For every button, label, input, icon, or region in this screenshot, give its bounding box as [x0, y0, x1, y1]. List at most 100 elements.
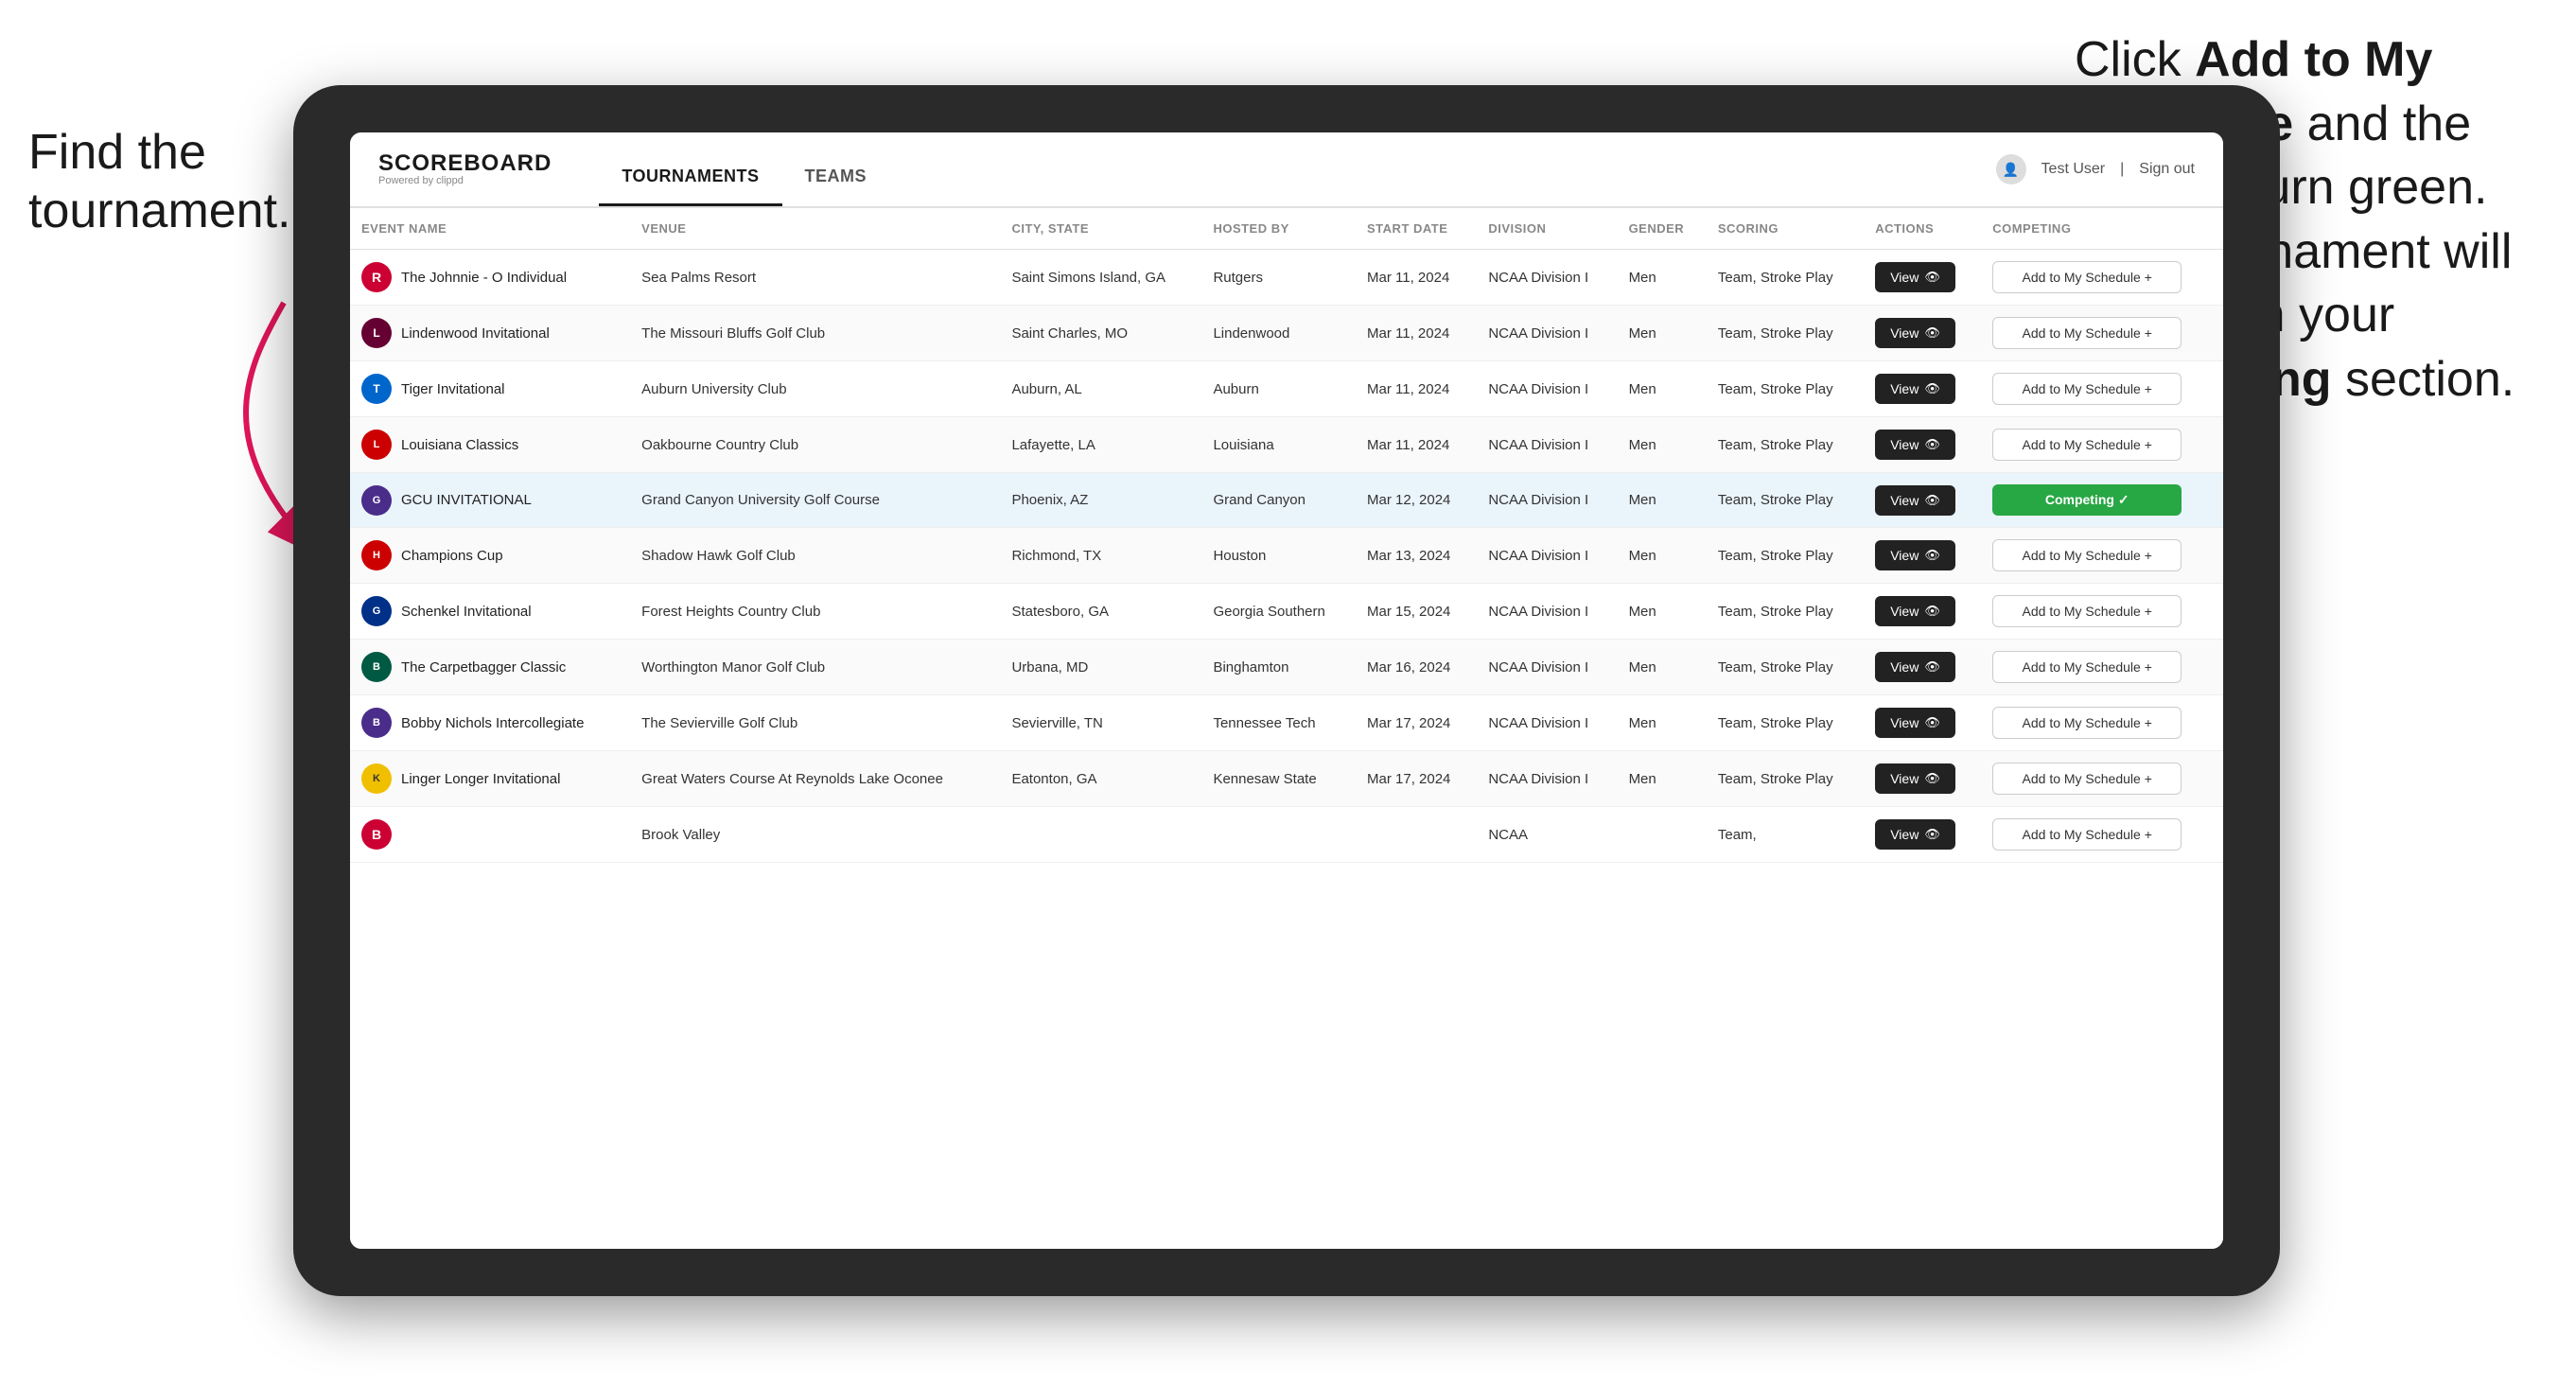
event-name-text: Tiger Invitational	[401, 381, 505, 397]
eye-icon: 👁	[1924, 715, 1940, 730]
start-date-cell: Mar 11, 2024	[1356, 250, 1477, 306]
col-event-name: EVENT NAME	[350, 208, 630, 250]
view-button[interactable]: View 👁	[1875, 485, 1955, 516]
venue-cell: Grand Canyon University Golf Course	[630, 473, 1000, 528]
team-logo: R	[361, 262, 392, 292]
eye-icon: 👁	[1924, 325, 1940, 341]
division-cell: NCAA Division I	[1477, 417, 1617, 473]
venue-cell: Worthington Manor Golf Club	[630, 640, 1000, 695]
table-row: G Schenkel Invitational Forest Heights C…	[350, 584, 2223, 640]
view-button[interactable]: View 👁	[1875, 763, 1955, 794]
event-name-text: Linger Longer Invitational	[401, 771, 560, 787]
scoring-cell: Team, Stroke Play	[1707, 640, 1864, 695]
eye-icon: 👁	[1924, 270, 1940, 285]
add-to-schedule-button[interactable]: Add to My Schedule +	[1992, 595, 2182, 627]
add-to-schedule-button[interactable]: Add to My Schedule +	[1992, 429, 2182, 461]
actions-cell: View 👁	[1864, 751, 1981, 807]
start-date-cell: Mar 15, 2024	[1356, 584, 1477, 640]
scoring-cell: Team, Stroke Play	[1707, 417, 1864, 473]
add-to-schedule-button[interactable]: Add to My Schedule +	[1992, 539, 2182, 571]
start-date-cell	[1356, 807, 1477, 863]
add-to-schedule-button[interactable]: Add to My Schedule +	[1992, 818, 2182, 851]
gender-cell: Men	[1618, 640, 1707, 695]
view-button[interactable]: View 👁	[1875, 374, 1955, 404]
hosted-by-cell: Tennessee Tech	[1201, 695, 1356, 751]
view-button[interactable]: View 👁	[1875, 596, 1955, 626]
add-to-schedule-button[interactable]: Add to My Schedule +	[1992, 707, 2182, 739]
event-name-cell: G GCU INVITATIONAL	[350, 473, 630, 528]
event-name-text: The Johnnie - O Individual	[401, 270, 567, 286]
view-button[interactable]: View 👁	[1875, 540, 1955, 570]
add-to-schedule-button[interactable]: Add to My Schedule +	[1992, 763, 2182, 795]
competing-button[interactable]: Competing ✓	[1992, 484, 2182, 516]
view-button[interactable]: View 👁	[1875, 262, 1955, 292]
event-name-cell: K Linger Longer Invitational	[350, 751, 630, 807]
city-state-cell: Auburn, AL	[1000, 361, 1201, 417]
table-container: EVENT NAME VENUE CITY, STATE HOSTED BY S…	[350, 208, 2223, 1249]
event-name-cell: L Louisiana Classics	[350, 417, 630, 473]
competing-cell: Add to My Schedule +	[1981, 361, 2223, 417]
annotation-left: Find thetournament.	[28, 123, 291, 241]
division-cell: NCAA Division I	[1477, 306, 1617, 361]
scoring-cell: Team, Stroke Play	[1707, 306, 1864, 361]
venue-cell: Great Waters Course At Reynolds Lake Oco…	[630, 751, 1000, 807]
eye-icon: 👁	[1924, 604, 1940, 619]
add-to-schedule-button[interactable]: Add to My Schedule +	[1992, 317, 2182, 349]
table-row: L Louisiana Classics Oakbourne Country C…	[350, 417, 2223, 473]
actions-cell: View 👁	[1864, 695, 1981, 751]
start-date-cell: Mar 17, 2024	[1356, 695, 1477, 751]
division-cell: NCAA Division I	[1477, 250, 1617, 306]
hosted-by-cell: Rutgers	[1201, 250, 1356, 306]
app-header: SCOREBOARD Powered by clippd TOURNAMENTS…	[350, 132, 2223, 208]
add-to-schedule-button[interactable]: Add to My Schedule +	[1992, 651, 2182, 683]
view-button[interactable]: View 👁	[1875, 430, 1955, 460]
start-date-cell: Mar 11, 2024	[1356, 417, 1477, 473]
competing-cell: Add to My Schedule +	[1981, 417, 2223, 473]
view-button[interactable]: View 👁	[1875, 819, 1955, 850]
tab-tournaments[interactable]: TOURNAMENTS	[599, 167, 781, 206]
gender-cell: Men	[1618, 695, 1707, 751]
event-name-cell: T Tiger Invitational	[350, 361, 630, 417]
city-state-cell: Saint Charles, MO	[1000, 306, 1201, 361]
actions-cell: View 👁	[1864, 473, 1981, 528]
team-logo: B	[361, 652, 392, 682]
event-name-cell: B The Carpetbagger Classic	[350, 640, 630, 695]
add-to-schedule-button[interactable]: Add to My Schedule +	[1992, 261, 2182, 293]
add-to-schedule-button[interactable]: Add to My Schedule +	[1992, 373, 2182, 405]
venue-cell: Brook Valley	[630, 807, 1000, 863]
gender-cell: Men	[1618, 306, 1707, 361]
view-button[interactable]: View 👁	[1875, 708, 1955, 738]
hosted-by-cell: Lindenwood	[1201, 306, 1356, 361]
view-button[interactable]: View 👁	[1875, 318, 1955, 348]
team-logo: G	[361, 485, 392, 516]
division-cell: NCAA Division I	[1477, 473, 1617, 528]
app-logo: SCOREBOARD	[378, 152, 552, 175]
header-right: 👤 Test User | Sign out	[1996, 154, 2195, 184]
venue-cell: Sea Palms Resort	[630, 250, 1000, 306]
city-state-cell: Lafayette, LA	[1000, 417, 1201, 473]
sign-out-link[interactable]: Sign out	[2139, 161, 2195, 178]
col-actions: ACTIONS	[1864, 208, 1981, 250]
eye-icon: 👁	[1924, 771, 1940, 786]
hosted-by-cell: Georgia Southern	[1201, 584, 1356, 640]
actions-cell: View 👁	[1864, 306, 1981, 361]
actions-cell: View 👁	[1864, 417, 1981, 473]
col-city-state: CITY, STATE	[1000, 208, 1201, 250]
competing-cell: Add to My Schedule +	[1981, 807, 2223, 863]
app-logo-sub: Powered by clippd	[378, 175, 552, 186]
event-name-cell: R The Johnnie - O Individual	[350, 250, 630, 306]
hosted-by-cell	[1201, 807, 1356, 863]
tablet-frame: SCOREBOARD Powered by clippd TOURNAMENTS…	[293, 85, 2280, 1296]
gender-cell: Men	[1618, 473, 1707, 528]
tab-teams[interactable]: TEAMS	[782, 167, 890, 206]
view-button[interactable]: View 👁	[1875, 652, 1955, 682]
gender-cell	[1618, 807, 1707, 863]
scoring-cell: Team, Stroke Play	[1707, 695, 1864, 751]
table-row: B Bobby Nichols Intercollegiate The Sevi…	[350, 695, 2223, 751]
table-row: L Lindenwood Invitational The Missouri B…	[350, 306, 2223, 361]
table-header-row: EVENT NAME VENUE CITY, STATE HOSTED BY S…	[350, 208, 2223, 250]
col-hosted-by: HOSTED BY	[1201, 208, 1356, 250]
city-state-cell: Phoenix, AZ	[1000, 473, 1201, 528]
table-row: B The Carpetbagger Classic Worthington M…	[350, 640, 2223, 695]
hosted-by-cell: Binghamton	[1201, 640, 1356, 695]
